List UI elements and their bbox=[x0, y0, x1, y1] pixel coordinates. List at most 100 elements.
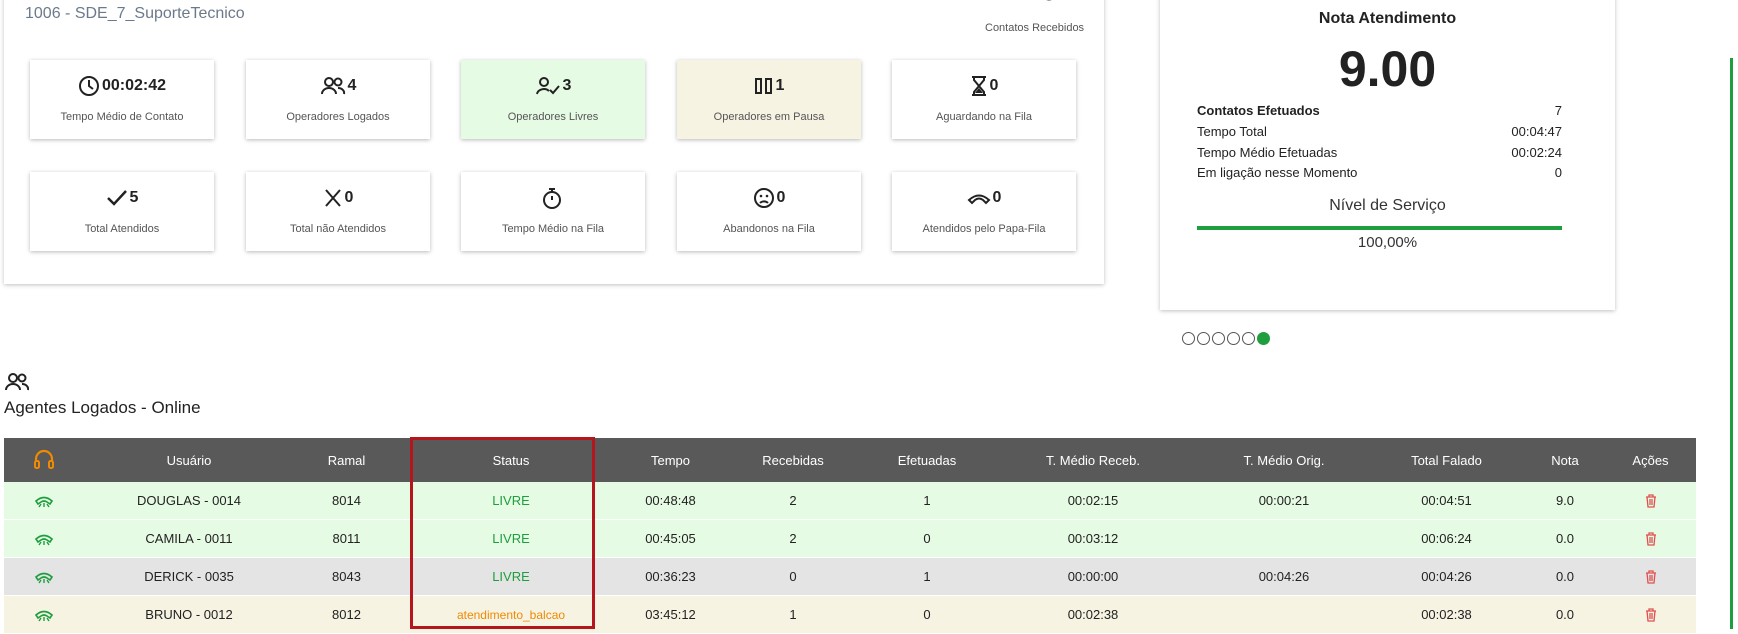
card-value: 4 bbox=[347, 77, 357, 94]
rating-title: Nota Atendimento bbox=[1318, 10, 1457, 27]
card-label: Operadores Logados bbox=[286, 111, 390, 123]
table-row: BRUNO - 0012 8012 atendimento_balcao 03:… bbox=[4, 596, 1696, 634]
scrollbar[interactable] bbox=[1730, 58, 1733, 629]
cell-tmr: 00:00:00 bbox=[1067, 569, 1119, 584]
users-icon bbox=[320, 77, 345, 95]
x-icon bbox=[324, 189, 341, 207]
trash-icon[interactable] bbox=[1645, 570, 1657, 584]
header-cell[interactable]: T. Médio Orig. bbox=[1200, 453, 1368, 468]
card-label: Operadores em Pausa bbox=[713, 111, 825, 123]
header-cell[interactable]: Nota bbox=[1525, 453, 1605, 468]
header-cell[interactable]: Ações bbox=[1605, 453, 1696, 468]
header-cell[interactable]: Recebidas bbox=[718, 453, 868, 468]
cell-usuario: CAMILA - 0011 bbox=[145, 531, 233, 546]
cell-recebidas: 1 bbox=[789, 607, 797, 622]
rating-row-label: Tempo Médio Efetuadas bbox=[1197, 145, 1338, 160]
rating-row: Tempo Total 00:04:47 bbox=[1197, 124, 1562, 139]
header-cell[interactable]: T. Médio Receb. bbox=[986, 453, 1200, 468]
phone-icon[interactable] bbox=[35, 570, 53, 584]
header-cell[interactable]: Efetuadas bbox=[868, 453, 986, 468]
card-value: 5 bbox=[129, 189, 139, 206]
phone-icon[interactable] bbox=[35, 608, 53, 622]
trash-icon[interactable] bbox=[1645, 494, 1657, 508]
rating-card: Nota Atendimento 9.00 Contatos Efetuados… bbox=[1160, 0, 1615, 310]
cell-recebidas: 2 bbox=[789, 493, 797, 508]
card-label: Total Atendidos bbox=[84, 223, 160, 235]
card-operadores-logados: 4 Operadores Logados bbox=[246, 60, 430, 139]
header-cell[interactable]: Usuário bbox=[84, 453, 294, 468]
agents-table: Usuário Ramal Status Tempo Recebidas Efe… bbox=[4, 438, 1696, 634]
card-value: 1 bbox=[775, 77, 785, 94]
header-cell-headset bbox=[4, 449, 84, 471]
card-operadores-pausa: 1 Operadores em Pausa bbox=[677, 60, 861, 139]
cell-tempo: 00:48:48 bbox=[645, 493, 696, 508]
cell-total-falado: 00:02:38 bbox=[1421, 607, 1472, 622]
card-value: 0 bbox=[344, 189, 354, 206]
carousel-dot-active[interactable] bbox=[1257, 332, 1270, 345]
cell-efetuadas: 0 bbox=[923, 531, 931, 546]
status-column-highlight bbox=[410, 437, 595, 629]
rating-row: Em ligação nesse Momento 0 bbox=[1197, 165, 1562, 180]
queue-title: 1006 - SDE_7_SuporteTecnico bbox=[25, 5, 245, 22]
card-tempo-medio-contato: 00:02:42 Tempo Médio de Contato bbox=[30, 60, 214, 139]
nivel-servico-label: Nível de Serviço bbox=[1329, 197, 1446, 214]
carousel-dot[interactable] bbox=[1212, 332, 1225, 345]
header-cell[interactable]: Ramal bbox=[294, 453, 399, 468]
cell-nota: 0.0 bbox=[1555, 607, 1575, 622]
cell-tmr: 00:02:38 bbox=[1067, 607, 1119, 622]
cell-usuario: BRUNO - 0012 bbox=[145, 607, 233, 622]
cell-ramal: 8011 bbox=[332, 531, 361, 546]
carousel-dot[interactable] bbox=[1242, 332, 1255, 345]
rating-row-label: Tempo Total bbox=[1197, 124, 1267, 139]
carousel-dot[interactable] bbox=[1182, 332, 1195, 345]
cell-tempo: 00:36:23 bbox=[645, 569, 696, 584]
queue-panel: 1006 - SDE_7_SuporteTecnico Contatos Rec… bbox=[4, 0, 1104, 284]
phone-icon[interactable] bbox=[35, 532, 53, 546]
cell-total-falado: 00:06:24 bbox=[1421, 531, 1472, 546]
cell-tempo: 00:45:05 bbox=[645, 531, 696, 546]
cell-tmo: 00:00:21 bbox=[1258, 493, 1310, 508]
card-total-atendidos: 5 Total Atendidos bbox=[30, 172, 214, 251]
card-tempo-medio-fila: Tempo Médio na Fila bbox=[461, 172, 645, 251]
phone-icon[interactable] bbox=[35, 494, 53, 508]
card-label: Aguardando na Fila bbox=[935, 111, 1032, 123]
card-abandonos-fila: 0 Abandonos na Fila bbox=[677, 172, 861, 251]
cell-efetuadas: 0 bbox=[923, 607, 931, 622]
trash-icon[interactable] bbox=[1645, 608, 1657, 622]
cell-recebidas: 0 bbox=[789, 569, 797, 584]
cell-recebidas: 2 bbox=[789, 531, 797, 546]
trash-icon[interactable] bbox=[1645, 532, 1657, 546]
cell-nota: 0.0 bbox=[1555, 569, 1575, 584]
rating-row-value: 00:02:24 bbox=[1511, 145, 1562, 160]
pause-icon bbox=[754, 78, 772, 94]
header-cell[interactable]: Tempo bbox=[623, 453, 718, 468]
rating-row-label: Em ligação nesse Momento bbox=[1197, 165, 1358, 180]
table-row: CAMILA - 0011 8011 LIVRE 00:45:05 2 0 00… bbox=[4, 520, 1696, 558]
clock-icon bbox=[78, 76, 99, 96]
cell-nota: 0.0 bbox=[1555, 531, 1575, 546]
hourglass-icon bbox=[971, 76, 986, 96]
header-cell[interactable]: Total Falado bbox=[1368, 453, 1525, 468]
stopwatch-icon bbox=[543, 188, 561, 209]
cell-usuario: DERICK - 0035 bbox=[144, 569, 234, 584]
card-label: Total não Atendidos bbox=[289, 223, 387, 235]
card-value: 0 bbox=[776, 189, 786, 206]
cell-nota: 9.0 bbox=[1555, 493, 1575, 508]
headset-icon bbox=[34, 449, 54, 469]
rating-row: Tempo Médio Efetuadas 00:02:24 bbox=[1197, 145, 1562, 160]
carousel-dot[interactable] bbox=[1197, 332, 1210, 345]
table-row: DERICK - 0035 8043 LIVRE 00:36:23 0 1 00… bbox=[4, 558, 1696, 596]
cell-ramal: 8043 bbox=[332, 569, 361, 584]
rating-row: Contatos Efetuados 7 bbox=[1197, 103, 1562, 118]
rating-row-value: 00:04:47 bbox=[1511, 124, 1562, 139]
users-icon bbox=[5, 373, 29, 391]
table-row: DOUGLAS - 0014 8014 LIVRE 00:48:48 2 1 0… bbox=[4, 482, 1696, 520]
table-header: Usuário Ramal Status Tempo Recebidas Efe… bbox=[4, 438, 1696, 482]
carousel-dot[interactable] bbox=[1227, 332, 1240, 345]
megaphone-icon bbox=[1046, 0, 1052, 1]
card-operadores-livres: 3 Operadores Livres bbox=[461, 60, 645, 139]
user-check-icon bbox=[535, 77, 560, 95]
rating-row-label: Contatos Efetuados bbox=[1197, 103, 1320, 118]
cell-ramal: 8014 bbox=[332, 493, 361, 508]
cell-efetuadas: 1 bbox=[923, 493, 931, 508]
